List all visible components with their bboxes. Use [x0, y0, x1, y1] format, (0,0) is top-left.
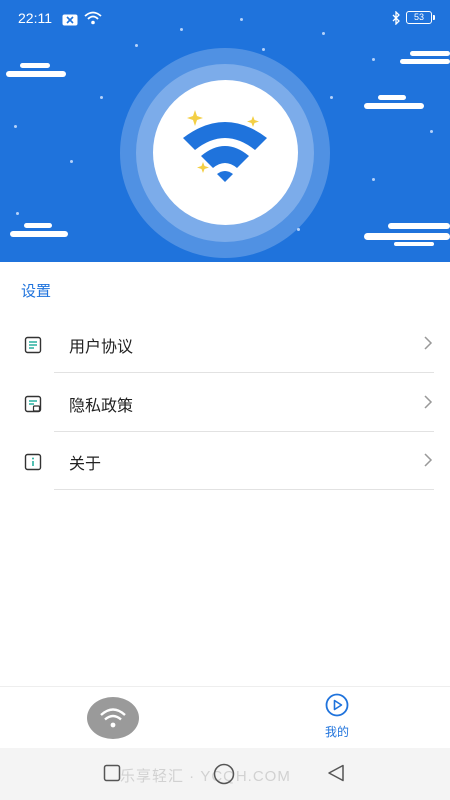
settings-section-title: 设置 — [21, 282, 52, 300]
home-button[interactable] — [213, 763, 235, 785]
battery-icon: 53 — [406, 11, 435, 24]
document-icon — [24, 336, 42, 354]
status-bar: 22:11 53 — [0, 0, 450, 34]
cloud-decoration — [6, 63, 66, 77]
chevron-right-icon — [424, 395, 433, 409]
star-decoration — [100, 96, 103, 99]
menu-item-privacy-policy[interactable]: 隐私政策 — [0, 374, 450, 432]
cloud-decoration — [364, 95, 424, 109]
nav-wifi-button[interactable] — [87, 697, 139, 739]
hero-banner: 22:11 53 — [0, 0, 450, 262]
star-decoration — [14, 125, 17, 128]
bottom-navigation: 我的 — [0, 686, 450, 748]
menu-item-about[interactable]: 关于 — [0, 432, 450, 490]
menu-item-label: 关于 — [69, 454, 102, 473]
menu-item-user-agreement[interactable]: 用户协议 — [0, 315, 450, 373]
cloud-decoration — [10, 223, 68, 237]
chevron-right-icon — [424, 453, 433, 467]
star-decoration — [322, 32, 325, 35]
nav-tab-mine-label: 我的 — [324, 725, 349, 739]
status-time: 22:11 — [18, 10, 52, 26]
star-decoration — [372, 178, 375, 181]
star-decoration — [262, 48, 265, 51]
star-decoration — [180, 28, 183, 31]
menu-item-label: 隐私政策 — [69, 396, 134, 415]
divider — [54, 372, 434, 373]
notification-close-icon — [62, 11, 78, 30]
bluetooth-icon — [392, 10, 401, 29]
system-navigation-bar: 乐享轻汇 · YCQH.COM — [0, 748, 450, 800]
watermark-text: 乐享轻汇 · YCQH.COM — [120, 768, 291, 785]
wifi-sparkle-icon — [183, 110, 267, 182]
back-button[interactable] — [327, 764, 345, 782]
wifi-status-icon — [84, 10, 102, 29]
star-decoration — [70, 160, 73, 163]
cloud-decoration — [364, 223, 450, 246]
chevron-right-icon — [424, 336, 433, 350]
star-decoration — [430, 130, 433, 133]
nav-tab-mine[interactable]: 我的 — [310, 693, 364, 745]
star-decoration — [16, 212, 19, 215]
play-circle-icon — [325, 693, 349, 717]
star-decoration — [135, 44, 138, 47]
star-decoration — [372, 58, 375, 61]
info-icon — [24, 453, 42, 471]
menu-item-label: 用户协议 — [69, 337, 134, 356]
star-decoration — [240, 18, 243, 21]
divider — [54, 489, 434, 490]
privacy-document-icon — [24, 395, 42, 413]
cloud-decoration — [400, 51, 450, 64]
wifi-icon — [100, 708, 126, 728]
star-decoration — [330, 96, 333, 99]
recent-apps-button[interactable] — [103, 764, 121, 782]
